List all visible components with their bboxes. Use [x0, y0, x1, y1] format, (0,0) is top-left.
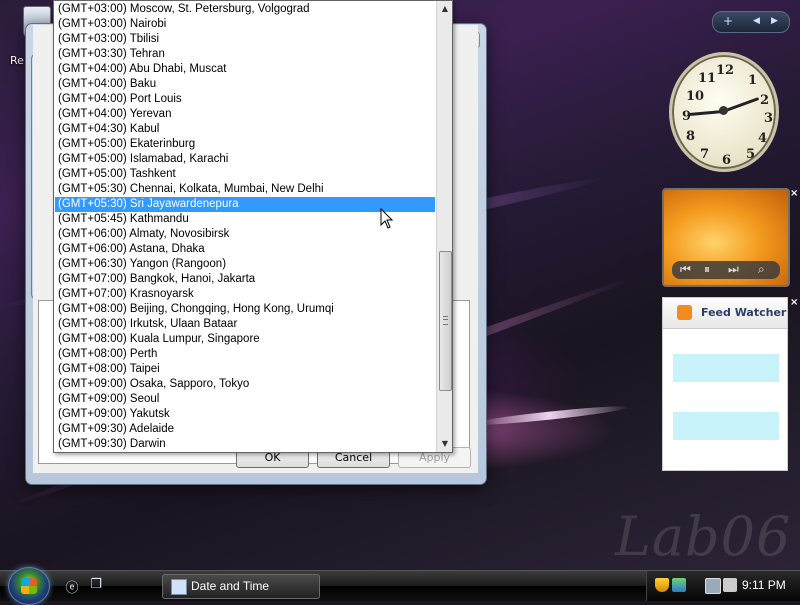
- taskbar-button-date-time[interactable]: Date and Time: [162, 574, 320, 599]
- sidebar-controls[interactable]: + ◀ ▶: [712, 11, 790, 33]
- network-icon[interactable]: [672, 578, 686, 592]
- time-zone-option[interactable]: (GMT+06:30) Yangon (Rangoon): [55, 257, 435, 272]
- time-zone-option[interactable]: (GMT+08:00) Beijing, Chongqing, Hong Kon…: [55, 302, 435, 317]
- previous-page-icon[interactable]: ◀: [753, 16, 760, 26]
- clock-numeral: 11: [698, 71, 717, 86]
- clock-numeral: 8: [686, 129, 696, 144]
- clock-numeral: 4: [758, 131, 768, 146]
- time-zone-option[interactable]: (GMT+04:00) Baku: [55, 77, 435, 92]
- start-button[interactable]: [8, 567, 50, 605]
- time-zone-option[interactable]: (GMT+09:00) Yakutsk: [55, 407, 435, 422]
- clock-numeral: 3: [764, 111, 774, 126]
- time-zone-option[interactable]: (GMT+07:00) Krasnoyarsk: [55, 287, 435, 302]
- internet-explorer-icon[interactable]: ⓔ: [64, 577, 80, 596]
- windows-logo-icon: [21, 578, 37, 594]
- time-zone-option[interactable]: (GMT+05:00) Tashkent: [55, 167, 435, 182]
- clock-numeral: 5: [746, 147, 756, 162]
- time-zone-option[interactable]: (GMT+08:00) Kuala Lumpur, Singapore: [55, 332, 435, 347]
- switch-windows-icon[interactable]: ❐: [88, 577, 104, 593]
- pause-icon[interactable]: ⏸: [704, 262, 710, 277]
- time-zone-option[interactable]: (GMT+05:30) Chennai, Kolkata, Mumbai, Ne…: [55, 182, 435, 197]
- wallpaper-streak: [469, 403, 630, 428]
- feed-item[interactable]: [673, 354, 779, 382]
- time-zone-option[interactable]: (GMT+09:00) Osaka, Sapporo, Tokyo: [55, 377, 435, 392]
- time-zone-option[interactable]: (GMT+08:00) Taipei: [55, 362, 435, 377]
- feed-title: Feed Watcher: [701, 306, 787, 319]
- slideshow-gadget[interactable]: ⏮ ⏸ ⏭ ⌕: [662, 188, 790, 287]
- security-shield-icon[interactable]: [655, 578, 669, 592]
- time-zone-option[interactable]: (GMT+06:00) Almaty, Novosibirsk: [55, 227, 435, 242]
- time-zone-option[interactable]: (GMT+06:00) Astana, Dhaka: [55, 242, 435, 257]
- clock-center-pin: [719, 106, 728, 115]
- time-zone-option[interactable]: (GMT+04:00) Port Louis: [55, 92, 435, 107]
- time-zone-option[interactable]: (GMT+09:30) Darwin: [55, 437, 435, 452]
- time-zone-option[interactable]: (GMT+03:00) Moscow, St. Petersburg, Volg…: [55, 2, 435, 17]
- clock-numeral: 6: [722, 153, 732, 168]
- time-zone-option[interactable]: (GMT+04:30) Kabul: [55, 122, 435, 137]
- time-zone-option[interactable]: (GMT+08:00) Perth: [55, 347, 435, 362]
- time-zone-option[interactable]: (GMT+03:00) Nairobi: [55, 17, 435, 32]
- taskbar-button-label: Date and Time: [191, 579, 270, 593]
- feed-header: Feed Watcher: [663, 298, 787, 329]
- time-zone-option[interactable]: (GMT+03:30) Tehran: [55, 47, 435, 62]
- scrollbar-grip-icon: [443, 316, 448, 325]
- taskbar-clock[interactable]: 9:11 PM: [742, 578, 786, 592]
- close-gadget-icon[interactable]: ×: [790, 188, 798, 199]
- clock-numeral: 2: [760, 93, 770, 108]
- dropdown-scrollbar[interactable]: ▲ ▼: [436, 1, 452, 452]
- time-zone-option[interactable]: (GMT+05:00) Islamabad, Karachi: [55, 152, 435, 167]
- time-zone-option[interactable]: (GMT+03:00) Tbilisi: [55, 32, 435, 47]
- date-time-app-icon: [171, 579, 187, 595]
- time-zone-option[interactable]: (GMT+04:00) Abu Dhabi, Muscat: [55, 62, 435, 77]
- volume-muted-icon[interactable]: [723, 578, 737, 592]
- feed-watcher-gadget[interactable]: Feed Watcher: [662, 297, 788, 471]
- clock-numeral: 9: [682, 109, 692, 124]
- feed-item[interactable]: [673, 412, 779, 440]
- taskbar: ⓔ ❐ Date and Time 9:11 PM: [0, 567, 800, 605]
- clock-numeral: 1: [748, 73, 758, 88]
- add-gadget-icon[interactable]: +: [723, 14, 733, 28]
- scroll-up-arrow-icon[interactable]: ▲: [437, 1, 452, 17]
- next-page-icon[interactable]: ▶: [771, 16, 778, 26]
- time-zone-option[interactable]: (GMT+09:00) Seoul: [55, 392, 435, 407]
- time-zone-option[interactable]: (GMT+07:00) Bangkok, Hanoi, Jakarta: [55, 272, 435, 287]
- scroll-down-arrow-icon[interactable]: ▼: [437, 436, 452, 452]
- scrollbar-thumb[interactable]: [439, 251, 452, 391]
- time-zone-option[interactable]: (GMT+09:30) Adelaide: [55, 422, 435, 437]
- clock-numeral: 7: [700, 147, 710, 162]
- time-zone-option[interactable]: (GMT+05:00) Ekaterinburg: [55, 137, 435, 152]
- network-disconnected-icon[interactable]: [705, 578, 721, 594]
- clock-numeral: 12: [716, 63, 735, 78]
- recycle-bin-label: Re: [10, 54, 24, 67]
- view-icon[interactable]: ⌕: [758, 262, 765, 277]
- time-zone-option[interactable]: (GMT+04:00) Yerevan: [55, 107, 435, 122]
- time-zone-option[interactable]: (GMT+05:45) Kathmandu: [55, 212, 435, 227]
- desktop-watermark: Lab06: [615, 505, 792, 568]
- time-zone-option[interactable]: (GMT+08:00) Irkutsk, Ulaan Bataar: [55, 317, 435, 332]
- next-slide-icon[interactable]: ⏭: [728, 262, 739, 277]
- rss-icon: [677, 305, 692, 320]
- notification-area: 9:11 PM: [646, 571, 800, 601]
- slideshow-controls: ⏮ ⏸ ⏭ ⌕: [672, 261, 780, 279]
- previous-slide-icon[interactable]: ⏮: [680, 262, 691, 277]
- close-gadget-icon[interactable]: ×: [790, 297, 798, 308]
- clock-gadget[interactable]: 12 1 2 3 4 5 6 7 8 9 10 11: [667, 48, 779, 172]
- time-zone-option[interactable]: (GMT+05:30) Sri Jayawardenepura: [55, 197, 435, 212]
- clock-numeral: 10: [686, 89, 705, 104]
